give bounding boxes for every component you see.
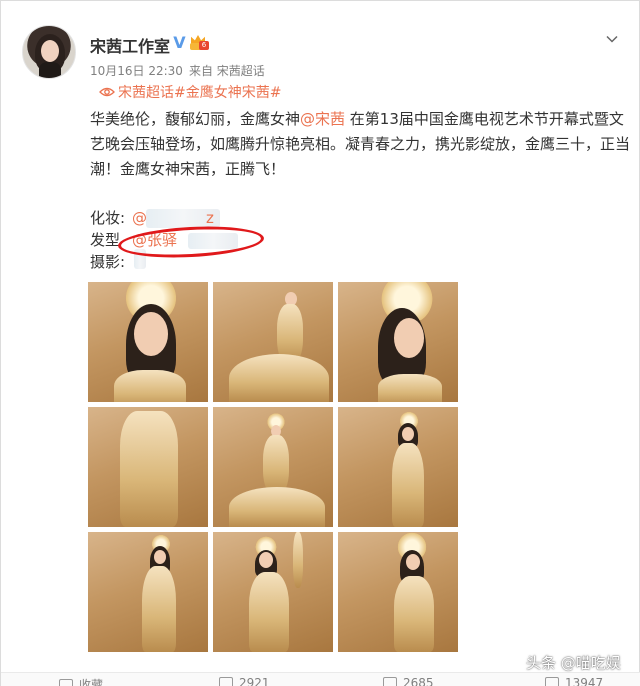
photo-9[interactable] — [338, 532, 458, 652]
avatar-outfit — [39, 62, 61, 78]
favorite-label: 收藏 — [79, 678, 104, 686]
mention-link[interactable]: @宋茜 — [300, 110, 345, 128]
like-count: 13947 — [565, 676, 604, 686]
photo-grid — [88, 282, 458, 653]
photo-8[interactable] — [213, 532, 333, 652]
chevron-down-icon[interactable] — [606, 33, 618, 45]
credit-label: 摄影: — [90, 253, 126, 271]
comment-icon — [383, 677, 397, 686]
avatar[interactable] — [22, 25, 76, 79]
repost-count: 2921 — [239, 676, 270, 686]
like-icon — [545, 677, 559, 686]
post-text: 华美绝伦，馥郁幻丽，金鹰女神 — [90, 110, 301, 128]
favorite-icon — [59, 679, 73, 686]
avatar-face — [41, 40, 59, 62]
watermark: 头条 @喵吃娱 — [526, 654, 621, 672]
photo-6[interactable] — [338, 407, 458, 527]
repost-button[interactable]: 2921 — [219, 676, 270, 686]
photo-1[interactable] — [88, 282, 208, 402]
super-topic-icon — [99, 86, 115, 98]
super-topic-text: 宋茜超话#金鹰女神宋茜# — [118, 85, 282, 101]
weibo-post-card: 宋茜工作室 V 6 10月16日 22:30 来自 宋茜超话 宋茜超话#金鹰女神宋… — [0, 0, 640, 686]
photo-3[interactable] — [338, 282, 458, 402]
post-body: 华美绝伦，馥郁幻丽，金鹰女神@宋茜 在第13届中国金鹰电视艺术节开幕式暨文艺晚会… — [90, 107, 630, 182]
post-meta: 10月16日 22:30 来自 宋茜超话 — [90, 62, 265, 79]
comment-count: 2685 — [403, 676, 434, 686]
credit-makeup: 化妆: @ z — [90, 207, 220, 229]
verified-v-icon: V — [171, 34, 188, 51]
favorite-button[interactable]: 收藏 — [59, 676, 103, 686]
photo-4[interactable] — [88, 407, 208, 527]
repost-icon — [219, 677, 233, 686]
like-button[interactable]: 13947 — [545, 676, 603, 686]
action-bar: 收藏 2921 2685 13947 — [1, 672, 640, 686]
photo-5[interactable] — [213, 407, 333, 527]
post-time[interactable]: 10月16日 22:30 — [90, 64, 183, 78]
super-topic-link[interactable]: 宋茜超话#金鹰女神宋茜# — [99, 82, 281, 102]
credit-mention[interactable]: @ — [132, 209, 147, 227]
credit-label: 化妆: — [90, 209, 126, 227]
photo-7[interactable] — [88, 532, 208, 652]
user-name[interactable]: 宋茜工作室 — [90, 33, 170, 57]
comment-button[interactable]: 2685 — [383, 676, 434, 686]
post-source[interactable]: 来自 宋茜超话 — [189, 64, 265, 78]
vip-crown-icon[interactable]: 6 — [189, 34, 209, 51]
photo-2[interactable] — [213, 282, 333, 402]
